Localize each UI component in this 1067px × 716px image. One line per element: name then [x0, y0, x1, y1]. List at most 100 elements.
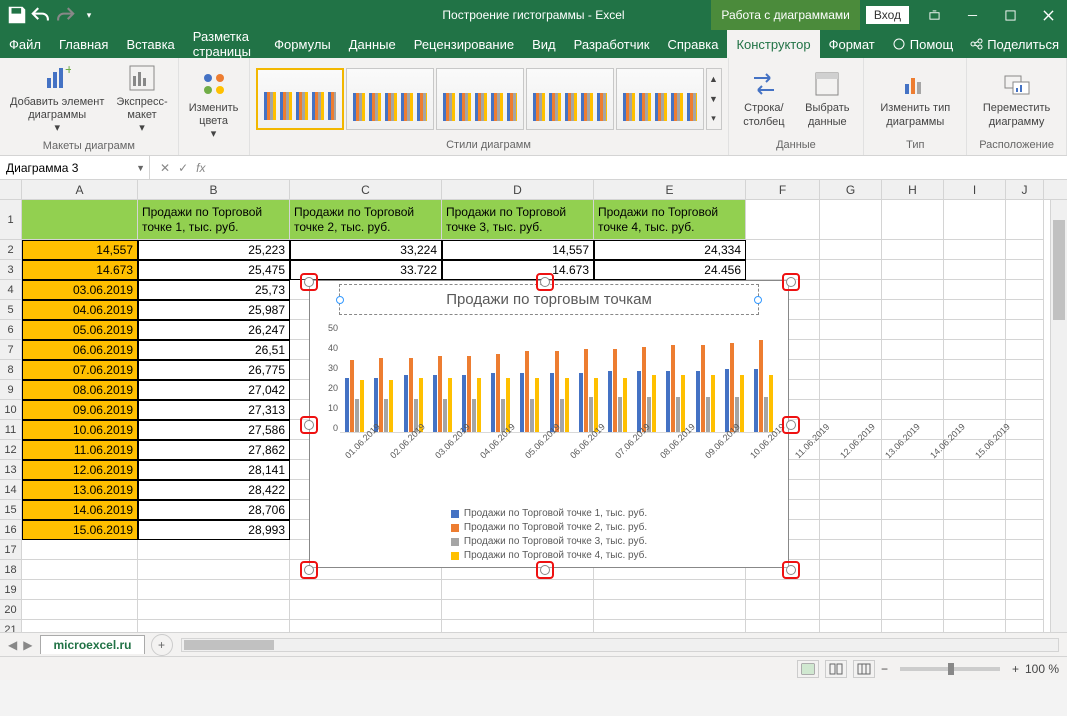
cell[interactable]: 24.456 [594, 260, 746, 280]
row-header[interactable]: 12 [0, 440, 22, 460]
cell[interactable]: 25,987 [138, 300, 290, 320]
cell[interactable] [882, 560, 944, 580]
ribbon-tab-10[interactable]: Конструктор [727, 30, 819, 58]
worksheet-grid[interactable]: ABCDEFGHIJ 1Продажи по Торговой точке 1,… [0, 180, 1067, 632]
qat-more-icon[interactable]: ▾ [78, 4, 100, 26]
chart-style-thumb[interactable] [526, 68, 614, 130]
cell[interactable]: 07.06.2019 [22, 360, 138, 380]
cancel-formula-icon[interactable]: ✕ [160, 161, 170, 175]
cell[interactable]: 09.06.2019 [22, 400, 138, 420]
chart-style-thumb[interactable] [256, 68, 344, 130]
row-header[interactable]: 4 [0, 280, 22, 300]
cell[interactable] [138, 600, 290, 620]
row-header[interactable]: 16 [0, 520, 22, 540]
row-header[interactable]: 7 [0, 340, 22, 360]
cell[interactable]: 26,247 [138, 320, 290, 340]
ribbon-tab-11[interactable]: Формат [820, 30, 884, 58]
col-header[interactable]: F [746, 180, 820, 199]
fx-icon[interactable]: fx [196, 161, 205, 175]
cell[interactable] [1006, 300, 1044, 320]
cell[interactable]: 28,993 [138, 520, 290, 540]
cell[interactable] [820, 560, 882, 580]
page-break-view-icon[interactable] [853, 660, 875, 678]
ribbon-tab-6[interactable]: Рецензирование [405, 30, 523, 58]
cell[interactable] [442, 600, 594, 620]
cell[interactable] [138, 620, 290, 632]
chart-styles-gallery[interactable]: ▲▼▾ [256, 68, 722, 130]
cell[interactable] [882, 520, 944, 540]
cell[interactable]: 27,586 [138, 420, 290, 440]
cell[interactable] [1006, 480, 1044, 500]
cell[interactable] [22, 580, 138, 600]
close-icon[interactable] [1029, 0, 1067, 30]
cell[interactable] [22, 620, 138, 632]
cell[interactable] [1006, 260, 1044, 280]
page-layout-view-icon[interactable] [825, 660, 847, 678]
cell[interactable] [944, 560, 1006, 580]
cell[interactable]: 14.673 [442, 260, 594, 280]
row-header[interactable]: 15 [0, 500, 22, 520]
col-header[interactable]: G [820, 180, 882, 199]
cell[interactable] [22, 200, 138, 240]
row-header[interactable]: 2 [0, 240, 22, 260]
chart-style-thumb[interactable] [436, 68, 524, 130]
select-data-button[interactable]: Выбрать данные [797, 66, 857, 130]
cell[interactable] [820, 260, 882, 280]
chart-resize-handle[interactable] [782, 561, 800, 579]
ribbon-tab-4[interactable]: Формулы [265, 30, 340, 58]
cell[interactable] [882, 400, 944, 420]
row-header[interactable]: 21 [0, 620, 22, 632]
cell[interactable] [1006, 320, 1044, 340]
row-header[interactable]: 10 [0, 400, 22, 420]
cell[interactable]: 24,334 [594, 240, 746, 260]
cell[interactable] [820, 520, 882, 540]
cell[interactable]: 11.06.2019 [22, 440, 138, 460]
cell[interactable] [820, 620, 882, 632]
cell[interactable] [746, 600, 820, 620]
chart-resize-handle[interactable] [782, 273, 800, 291]
row-header[interactable]: 11 [0, 420, 22, 440]
cell[interactable] [882, 600, 944, 620]
cell[interactable]: 14,557 [442, 240, 594, 260]
col-header[interactable]: B [138, 180, 290, 199]
col-header[interactable]: A [22, 180, 138, 199]
row-header[interactable]: 18 [0, 560, 22, 580]
cell[interactable] [944, 400, 1006, 420]
help-button[interactable]: Помощ [884, 30, 961, 58]
save-icon[interactable] [6, 4, 28, 26]
ribbon-tab-3[interactable]: Разметка страницы [184, 30, 265, 58]
switch-row-col-button[interactable]: Строка/ столбец [735, 66, 794, 130]
cell[interactable] [820, 380, 882, 400]
quick-layout-button[interactable]: Экспресс-макет ▾ [112, 60, 171, 138]
sheet-nav-prev-icon[interactable]: ◀ [8, 638, 17, 652]
cell[interactable] [442, 580, 594, 600]
horizontal-scrollbar[interactable] [181, 638, 1059, 652]
cell[interactable]: Продажи по Торговой точке 1, тыс. руб. [138, 200, 290, 240]
row-header[interactable]: 14 [0, 480, 22, 500]
zoom-out-button[interactable]: − [881, 662, 888, 676]
col-header[interactable]: D [442, 180, 594, 199]
cell[interactable] [1006, 340, 1044, 360]
cell[interactable] [290, 580, 442, 600]
cell[interactable]: 15.06.2019 [22, 520, 138, 540]
cell[interactable]: 27,862 [138, 440, 290, 460]
cell[interactable] [944, 320, 1006, 340]
ribbon-tab-0[interactable]: Файл [0, 30, 50, 58]
row-header[interactable]: 9 [0, 380, 22, 400]
cell[interactable]: Продажи по Торговой точке 4, тыс. руб. [594, 200, 746, 240]
cell[interactable] [290, 620, 442, 632]
cell[interactable] [1006, 540, 1044, 560]
cell[interactable] [138, 580, 290, 600]
cell[interactable]: 25,223 [138, 240, 290, 260]
zoom-slider[interactable] [900, 667, 1000, 671]
cell[interactable]: 06.06.2019 [22, 340, 138, 360]
cell[interactable]: Продажи по Торговой точке 3, тыс. руб. [442, 200, 594, 240]
row-header[interactable]: 8 [0, 360, 22, 380]
cell[interactable] [820, 240, 882, 260]
cell[interactable]: 28,141 [138, 460, 290, 480]
chart-plot-area[interactable]: 50403020100 [340, 323, 778, 433]
cell[interactable] [820, 540, 882, 560]
cell[interactable] [1006, 280, 1044, 300]
cell[interactable] [944, 260, 1006, 280]
cell[interactable] [820, 280, 882, 300]
